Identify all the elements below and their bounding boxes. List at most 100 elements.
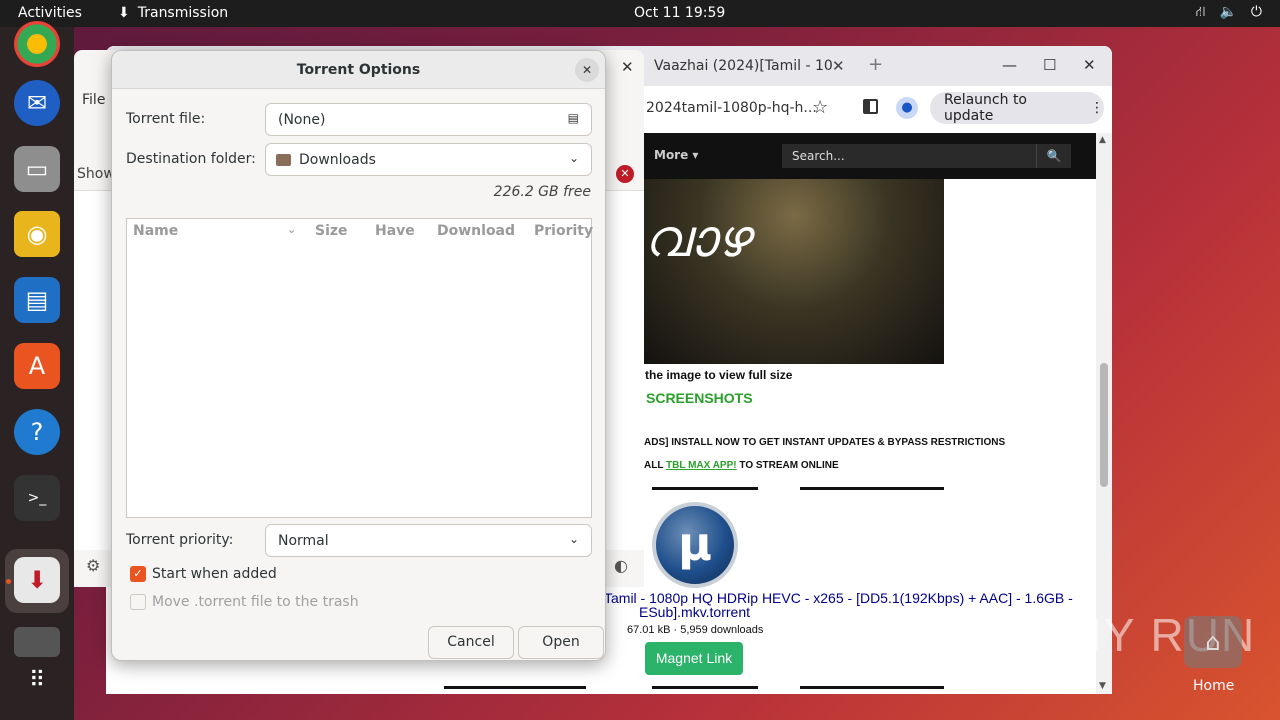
file-list-header: Name ⌄ Size Have Download Priority: [127, 219, 593, 245]
destination-folder-select[interactable]: Downloads ⌄: [265, 143, 592, 176]
top-bar: Activities ⬇ Transmission Oct 11 19:59 ⛙…: [0, 0, 1280, 27]
close-icon[interactable]: ✕: [575, 58, 599, 82]
priority-value: Normal: [278, 532, 329, 549]
priority-label: Torrent priority:: [126, 532, 234, 548]
move-to-trash-row[interactable]: Move .torrent file to the trash: [130, 594, 359, 610]
chevron-down-icon: ⌄: [568, 151, 579, 165]
destination-label: Destination folder:: [126, 151, 256, 167]
free-space: 226.2 GB free: [493, 184, 591, 200]
stream-prefix: ALL: [644, 460, 667, 471]
start-when-added-checkbox[interactable]: ✓: [130, 566, 146, 582]
folder-icon: [276, 153, 291, 166]
open-button[interactable]: Open: [518, 626, 604, 659]
column-priority[interactable]: Priority: [534, 223, 593, 239]
gear-icon[interactable]: ⚙: [86, 556, 100, 575]
home-folder-icon[interactable]: ⌂: [1184, 616, 1242, 668]
close-icon[interactable]: ✕: [621, 58, 634, 76]
cancel-button[interactable]: Cancel: [428, 626, 514, 659]
column-download[interactable]: Download: [437, 223, 515, 239]
destination-value: Downloads: [299, 151, 376, 168]
close-icon[interactable]: ✕: [1083, 56, 1096, 74]
poster-title: വാഴ: [644, 209, 750, 269]
minimize-icon[interactable]: —: [1002, 56, 1017, 74]
dialog-header: Torrent Options ✕: [112, 51, 605, 89]
app-menu[interactable]: ⬇ Transmission: [118, 5, 228, 21]
torrent-file-chooser[interactable]: (None) ▤: [265, 103, 592, 136]
menu-dots-icon: ⋮: [1090, 100, 1104, 116]
scroll-down-icon[interactable]: ▼: [1099, 681, 1106, 691]
divider: [800, 487, 944, 490]
start-when-added-row[interactable]: ✓ Start when added: [130, 566, 277, 582]
stream-suffix: TO STREAM ONLINE: [736, 460, 839, 471]
torrent-file-value: (None): [278, 111, 326, 128]
show-filter-label: Show: [77, 166, 115, 182]
drive-icon[interactable]: [14, 627, 60, 657]
search-icon[interactable]: 🔍: [1036, 144, 1071, 168]
install-notice: ADS] INSTALL NOW TO GET INSTANT UPDATES …: [644, 437, 1006, 448]
scroll-up-icon[interactable]: ▲: [1099, 135, 1106, 145]
profile-icon[interactable]: ●: [896, 97, 918, 119]
magnet-link-button[interactable]: Magnet Link: [645, 642, 743, 675]
clock[interactable]: Oct 11 19:59: [634, 5, 725, 21]
torrent-meta: 67.01 kB · 5,959 downloads: [627, 624, 764, 636]
error-icon[interactable]: ✕: [616, 165, 634, 183]
more-menu[interactable]: More ▾: [654, 148, 698, 162]
transmission-small-icon: ⬇: [118, 5, 130, 21]
files-icon[interactable]: ▭: [14, 146, 60, 192]
thunderbird-icon[interactable]: ✉: [14, 80, 60, 126]
activities-button[interactable]: Activities: [18, 5, 82, 21]
tab-title[interactable]: Vaazhai (2024)[Tamil - 10: [654, 58, 833, 74]
writer-icon[interactable]: ▤: [14, 277, 60, 323]
move-to-trash-label: Move .torrent file to the trash: [152, 594, 359, 610]
movie-poster[interactable]: വാഴ: [644, 179, 944, 364]
help-icon[interactable]: ?: [14, 409, 60, 455]
click-hint: the image to view full size: [645, 368, 793, 382]
bookmark-star-icon[interactable]: ☆: [812, 97, 828, 118]
volume-icon: 🔈: [1219, 4, 1237, 20]
site-search-input[interactable]: Search...: [782, 144, 1036, 168]
apps-grid-icon[interactable]: ⠿: [14, 657, 60, 703]
start-when-added-label: Start when added: [152, 566, 277, 582]
network-icon: ⛙: [1195, 4, 1206, 20]
relaunch-label: Relaunch to update: [944, 92, 1028, 124]
column-name[interactable]: Name: [133, 223, 178, 239]
site-navbar: More ▾ Search... 🔍: [642, 133, 1097, 179]
move-to-trash-checkbox[interactable]: [130, 594, 146, 610]
tab-close-icon[interactable]: ✕: [832, 57, 845, 75]
torrent-link-cont[interactable]: ESub].mkv.torrent: [639, 604, 750, 620]
divider: [652, 686, 758, 689]
column-size[interactable]: Size: [315, 223, 348, 239]
file-menu[interactable]: File: [82, 92, 105, 108]
turtle-icon[interactable]: ◐: [614, 556, 628, 575]
new-tab-icon[interactable]: +: [868, 54, 883, 75]
home-label: Home: [1193, 678, 1235, 694]
maximize-icon[interactable]: ☐: [1043, 56, 1056, 74]
file-list[interactable]: Name ⌄ Size Have Download Priority: [126, 218, 593, 518]
software-icon[interactable]: A: [14, 343, 60, 389]
screenshots-heading: SCREENSHOTS: [646, 390, 753, 406]
address-bar[interactable]: 2024tamil-1080p-hq-h...: [646, 100, 817, 116]
sort-chevron-icon: ⌄: [287, 223, 297, 236]
chrome-icon[interactable]: [14, 21, 60, 67]
dock: ✉ ▭ ◉ ▤ A ? >_ ⬇ ⠿: [0, 21, 74, 720]
stream-notice: ALL TBL MAX APP! TO STREAM ONLINE: [644, 460, 839, 471]
app-menu-label: Transmission: [137, 5, 229, 21]
power-icon: ⏻: [1250, 4, 1262, 20]
rhythmbox-icon[interactable]: ◉: [14, 211, 60, 257]
divider: [800, 686, 944, 689]
file-browse-icon: ▤: [567, 111, 579, 125]
relaunch-button[interactable]: Relaunch to update ⋮: [930, 92, 1104, 124]
scroll-thumb[interactable]: [1100, 363, 1108, 487]
dialog-title: Torrent Options: [296, 62, 421, 78]
tbl-max-link[interactable]: TBL MAX APP!: [666, 460, 737, 471]
priority-select[interactable]: Normal ⌄: [265, 524, 592, 557]
torrent-file-label: Torrent file:: [126, 111, 206, 127]
transmission-icon[interactable]: ⬇: [14, 557, 60, 603]
utorrent-icon[interactable]: µ: [652, 502, 738, 588]
column-have[interactable]: Have: [375, 223, 415, 239]
system-tray[interactable]: ⛙ 🔈 ⏻: [1196, 4, 1262, 22]
divider: [652, 487, 758, 490]
chevron-down-icon: ⌄: [568, 532, 579, 546]
side-panel-icon[interactable]: [863, 99, 878, 114]
terminal-icon[interactable]: >_: [14, 475, 60, 521]
